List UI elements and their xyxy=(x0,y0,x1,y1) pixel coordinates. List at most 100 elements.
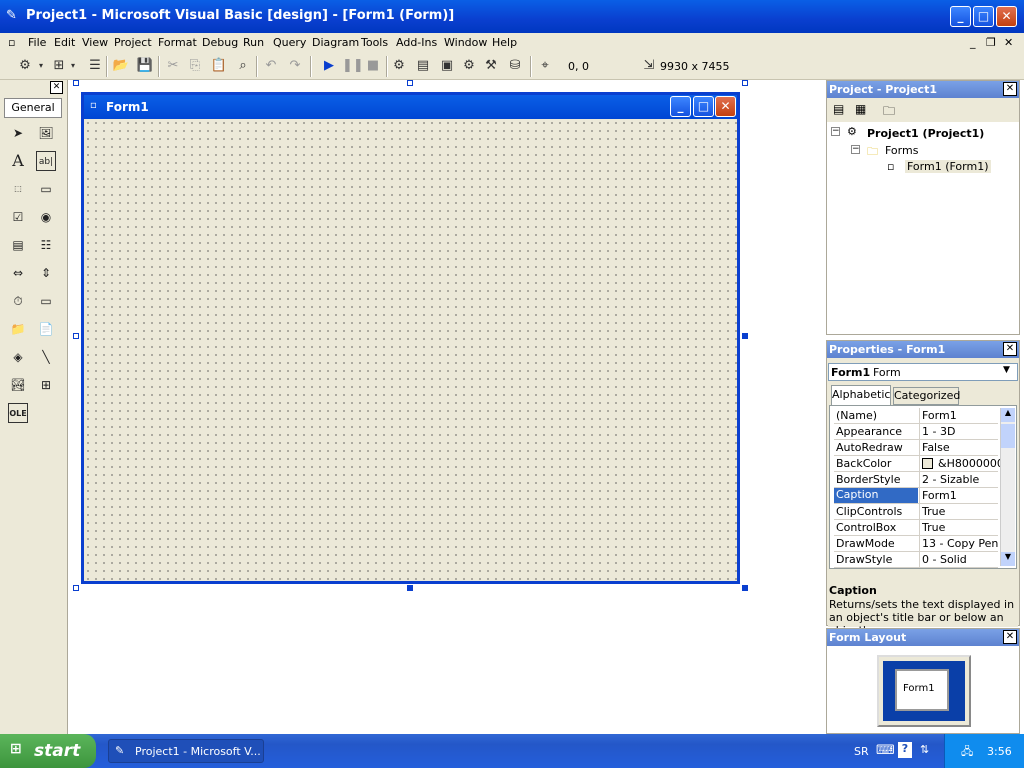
image-icon[interactable]: 🏞 xyxy=(8,375,28,395)
project-explorer-icon[interactable]: ⚙ xyxy=(390,57,408,75)
property-row[interactable]: BorderStyle 2 - Sizable xyxy=(834,472,998,488)
object-browser-icon[interactable]: ⚙ xyxy=(460,57,478,75)
tree-form1-item[interactable]: Form1 (Form1) xyxy=(905,160,991,173)
network-icon[interactable]: 🖧 xyxy=(961,743,973,762)
mdi-minimize-button[interactable]: _ xyxy=(970,36,976,49)
tab-alphabetic[interactable]: Alphabetic xyxy=(831,385,891,405)
menu-view[interactable]: View xyxy=(82,36,108,49)
form-layout-close-button[interactable]: ✕ xyxy=(1003,630,1017,644)
vb-app-icon[interactable]: ✎ xyxy=(6,8,17,23)
property-value[interactable]: 13 - Copy Pen xyxy=(922,537,1000,550)
close-button[interactable]: ✕ xyxy=(996,6,1017,27)
property-row[interactable]: BackColor&H8000000F xyxy=(834,456,1000,472)
chevron-down-icon[interactable]: ▼ xyxy=(1003,365,1010,375)
form1-preview[interactable]: Form1 xyxy=(895,669,949,711)
break-icon[interactable]: ❚❚ xyxy=(342,57,364,75)
menu-tools[interactable]: Tools xyxy=(361,36,388,49)
property-value[interactable]: True xyxy=(922,505,1000,518)
hscrollbar-icon[interactable]: ⇔ xyxy=(8,263,28,283)
form1-minimize-button[interactable]: _ xyxy=(670,96,691,117)
mdi-restore-button[interactable]: ❐ xyxy=(986,36,996,49)
form1-close-button[interactable]: ✕ xyxy=(715,96,736,117)
tray-arrows-icon[interactable]: ⇅ xyxy=(920,743,929,756)
undo-icon[interactable]: ↶ xyxy=(262,57,280,75)
redo-icon[interactable]: ↷ xyxy=(286,57,304,75)
form1-grid-surface[interactable] xyxy=(84,119,737,581)
menu-file[interactable]: File xyxy=(28,36,46,49)
cut-icon[interactable]: ✂ xyxy=(164,57,182,75)
property-value[interactable]: True xyxy=(922,521,1000,534)
property-row[interactable]: AutoRedraw False xyxy=(834,440,998,456)
data-view-icon[interactable]: ⛁ xyxy=(506,57,524,75)
scroll-thumb[interactable] xyxy=(1001,424,1015,448)
line-icon[interactable]: ╲ xyxy=(36,347,56,367)
add-project-icon[interactable]: ⚙ xyxy=(16,57,34,75)
copy-icon[interactable]: ⎘ xyxy=(186,57,204,75)
property-row[interactable]: ControlBox True xyxy=(834,520,998,536)
menu-window[interactable]: Window xyxy=(444,36,487,49)
add-form-icon[interactable]: ⊞ xyxy=(50,57,68,75)
combobox-icon[interactable]: ▤ xyxy=(8,235,28,255)
commandbutton-icon[interactable]: ▭ xyxy=(36,179,56,199)
add-form-dropdown-icon[interactable]: ▾ xyxy=(68,57,78,75)
form1-designer[interactable]: ▫ Form1 _ □ ✕ xyxy=(81,92,740,584)
properties-close-button[interactable]: ✕ xyxy=(1003,342,1017,356)
menu-diagram[interactable]: Diagram xyxy=(312,36,359,49)
language-indicator[interactable]: SR xyxy=(854,745,869,758)
property-value[interactable]: 2 - Sizable xyxy=(922,473,1000,486)
pointer-icon[interactable]: ➤ xyxy=(8,123,28,143)
form1-maximize-button[interactable]: □ xyxy=(693,96,714,117)
tree-collapse-icon[interactable]: − xyxy=(851,145,860,154)
property-value[interactable]: 0 - Solid xyxy=(922,553,1000,566)
property-value[interactable]: Form1 xyxy=(922,489,1000,502)
property-row[interactable]: DrawMode 13 - Copy Pen xyxy=(834,536,998,552)
menu-debug[interactable]: Debug xyxy=(202,36,238,49)
tab-categorized[interactable]: Categorized xyxy=(893,387,960,405)
menu-help[interactable]: Help xyxy=(492,36,517,49)
menu-add-ins[interactable]: Add-Ins xyxy=(396,36,437,49)
open-project-icon[interactable]: 📂 xyxy=(112,57,130,75)
find-icon[interactable]: ⌕ xyxy=(234,57,252,75)
menu-project[interactable]: Project xyxy=(114,36,152,49)
optionbutton-icon[interactable]: ◉ xyxy=(36,207,56,227)
ole-icon[interactable]: OLE xyxy=(8,403,28,423)
tree-forms-folder[interactable]: Forms xyxy=(885,144,918,157)
add-project-dropdown-icon[interactable]: ▾ xyxy=(36,57,46,75)
label-icon[interactable]: A xyxy=(8,151,28,171)
menu-run[interactable]: Run xyxy=(243,36,264,49)
frame-icon[interactable]: ⬚ xyxy=(8,179,28,199)
resize-handle-e[interactable] xyxy=(742,333,748,339)
project-explorer-close-button[interactable]: ✕ xyxy=(1003,82,1017,96)
toolbox-icon[interactable]: ⚒ xyxy=(482,57,500,75)
dirlistbox-icon[interactable]: 📁 xyxy=(8,319,28,339)
start-button[interactable]: ⊞ start xyxy=(0,734,96,768)
save-project-icon[interactable]: 💾 xyxy=(136,57,154,75)
form-layout-icon[interactable]: ▣ xyxy=(438,57,456,75)
properties-window-icon[interactable]: ▤ xyxy=(414,57,432,75)
property-row[interactable]: Appearance 1 - 3D xyxy=(834,424,998,440)
listbox-icon[interactable]: ☷ xyxy=(36,235,56,255)
toggle-folders-icon[interactable]: 🗀 xyxy=(883,102,895,123)
help-icon[interactable]: ? xyxy=(898,742,912,758)
menu-format[interactable]: Format xyxy=(158,36,197,49)
property-row[interactable]: (Name) Form1 xyxy=(834,408,998,424)
checkbox-icon[interactable]: ☑ xyxy=(8,207,28,227)
resize-handle-se[interactable] xyxy=(742,585,748,591)
tree-project-root[interactable]: Project1 (Project1) xyxy=(867,127,984,140)
property-row[interactable]: ClipControls True xyxy=(834,504,998,520)
resize-handle-s[interactable] xyxy=(407,585,413,591)
vscrollbar-icon[interactable]: ⇕ xyxy=(36,263,56,283)
tree-collapse-icon[interactable]: − xyxy=(831,127,840,136)
keyboard-icon[interactable]: ⌨ xyxy=(876,743,895,758)
view-object-icon[interactable]: ▦ xyxy=(855,102,866,116)
view-code-icon[interactable]: ▤ xyxy=(833,102,844,116)
scroll-up-icon[interactable]: ▲ xyxy=(1001,408,1015,422)
property-row[interactable]: DrawStyle 0 - Solid xyxy=(834,552,998,568)
mdi-close-button[interactable]: ✕ xyxy=(1004,36,1013,49)
menu-edit[interactable]: Edit xyxy=(54,36,75,49)
end-icon[interactable]: ■ xyxy=(364,57,382,75)
textbox-icon[interactable]: ab| xyxy=(36,151,56,171)
start-icon[interactable]: ▶ xyxy=(320,57,338,75)
filelistbox-icon[interactable]: 📄 xyxy=(36,319,56,339)
drivelistbox-icon[interactable]: ▭ xyxy=(36,291,56,311)
